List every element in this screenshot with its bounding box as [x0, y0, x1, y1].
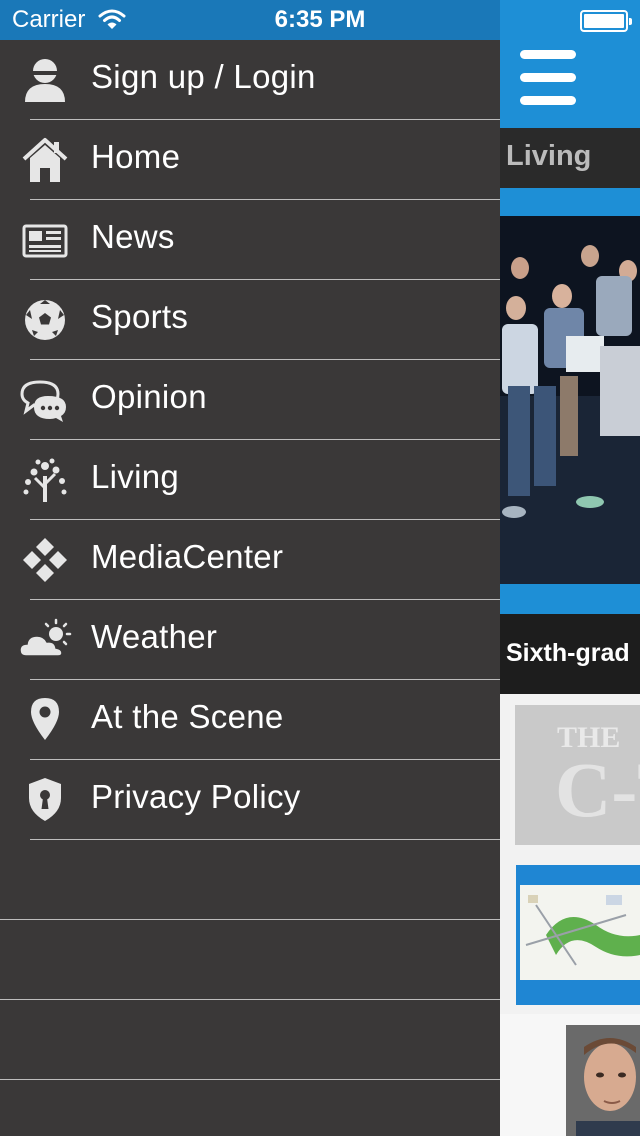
hamburger-menu-icon[interactable]: [520, 50, 576, 106]
map-image: [516, 865, 640, 1005]
menu-item-sports[interactable]: Sports: [0, 280, 500, 360]
cloud-sun-icon: [19, 618, 72, 657]
newspaper-logo-thumbnail: THE C-T: [515, 705, 640, 845]
menu-label: News: [91, 218, 175, 255]
menu-item-signup-login[interactable]: Sign up / Login: [0, 40, 500, 120]
menu-label: Opinion: [91, 378, 207, 415]
newspaper-icon: [22, 224, 68, 258]
map-thumbnail: [516, 865, 640, 1005]
divider: [0, 999, 500, 1000]
status-time: 6:35 PM: [274, 6, 366, 33]
divider: [30, 839, 500, 840]
shield-lock-icon: [29, 778, 61, 821]
home-icon: [22, 138, 68, 182]
section-header: Living: [500, 128, 640, 188]
hero-headline: Sixth-grad: [506, 639, 630, 667]
top-nav-bar: [500, 40, 640, 128]
location-pin-icon: [31, 698, 59, 740]
mugshot-image: [566, 1025, 640, 1136]
mugshot-thumbnail: [566, 1025, 640, 1136]
divider: [0, 919, 500, 920]
hero-caption[interactable]: Sixth-grad: [500, 614, 640, 694]
menu-label: MediaCenter: [91, 538, 284, 575]
hero-photo: [500, 216, 640, 584]
tree-icon: [23, 458, 67, 502]
menu-label: Privacy Policy: [91, 778, 301, 815]
soccer-ball-icon: [25, 300, 65, 340]
menu-item-mediacenter[interactable]: MediaCenter: [0, 520, 500, 600]
chat-bubbles-icon: [20, 380, 66, 422]
user-icon: [25, 59, 65, 102]
menu-label: Weather: [91, 618, 218, 655]
menu-item-news[interactable]: News: [0, 200, 500, 280]
menu-label: At the Scene: [91, 698, 284, 735]
menu-item-opinion[interactable]: Opinion: [0, 360, 500, 440]
main-content-peek[interactable]: Living Sixth-grad THE C-T: [500, 40, 640, 1136]
menu-label: Living: [91, 458, 180, 495]
menu-item-privacy-policy[interactable]: Privacy Policy: [0, 760, 500, 840]
menu-item-weather[interactable]: Weather: [0, 600, 500, 680]
menu-label: Home: [91, 138, 181, 175]
menu-label: Sports: [91, 298, 189, 335]
diamond-grid-icon: [23, 538, 67, 582]
sidebar-menu: Sign up / Login Home News Sports Opinion…: [0, 40, 500, 1136]
hero-story[interactable]: [500, 188, 640, 614]
menu-label: Sign up / Login: [91, 58, 316, 95]
divider: [0, 1079, 500, 1080]
menu-item-living[interactable]: Living: [0, 440, 500, 520]
menu-item-at-the-scene[interactable]: At the Scene: [0, 680, 500, 760]
menu-item-home[interactable]: Home: [0, 120, 500, 200]
section-title: Living: [506, 140, 592, 172]
battery-icon: [580, 10, 632, 32]
